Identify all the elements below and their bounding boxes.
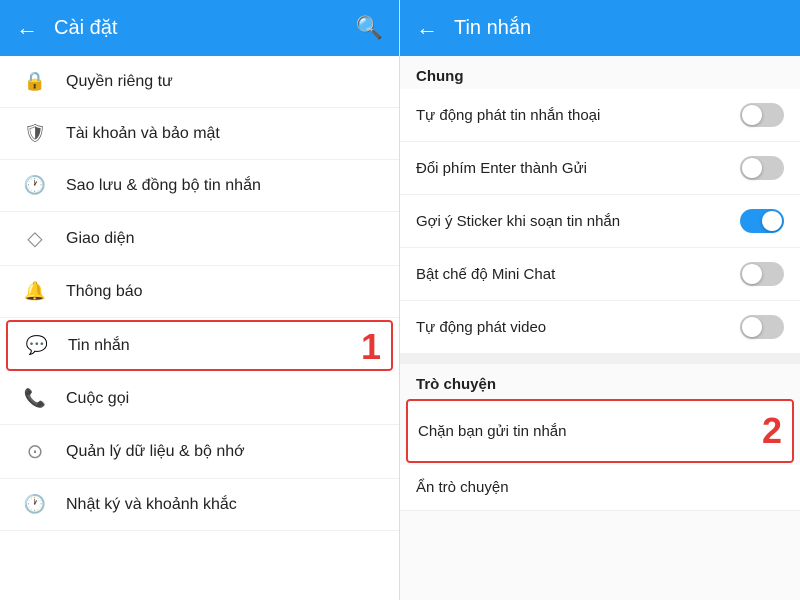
setting-label-hide-conv: Ẩn trò chuyện: [416, 479, 784, 496]
left-title: Cài đặt: [54, 17, 117, 40]
section-header-general: Chung: [400, 56, 800, 89]
menu-item-messages[interactable]: Tin nhắn 1: [6, 320, 393, 371]
menu-item-security[interactable]: Tài khoản và bảo mật: [0, 108, 399, 160]
setting-label-enter-send: Đổi phím Enter thành Gửi: [416, 160, 740, 177]
menu-item-theme[interactable]: Giao diện: [0, 212, 399, 266]
setting-label-auto-play-video: Tự động phát video: [416, 319, 740, 336]
setting-mini-chat[interactable]: Bật chế độ Mini Chat: [400, 248, 800, 301]
call-icon: [20, 387, 50, 410]
message-icon: [22, 334, 52, 357]
section-header-conversation: Trò chuyện: [400, 364, 800, 397]
right-header: ← Tin nhắn: [400, 0, 800, 56]
step-number-1: 1: [361, 329, 381, 365]
menu-item-notifications[interactable]: Thông báo: [0, 266, 399, 318]
toggle-sticker-suggest[interactable]: [740, 209, 784, 233]
menu-label-theme: Giao diện: [66, 230, 135, 248]
toggle-auto-play-voice[interactable]: [740, 103, 784, 127]
left-back-button[interactable]: ←: [16, 15, 38, 41]
menu-item-calls[interactable]: Cuộc gọi: [0, 373, 399, 425]
toggle-enter-send[interactable]: [740, 156, 784, 180]
left-menu-list: Quyền riêng tư Tài khoản và bảo mật Sao …: [0, 56, 399, 600]
backup-icon: [20, 174, 50, 197]
lock-icon: [20, 70, 50, 93]
setting-label-block-send: Chặn bạn gửi tin nhắn: [418, 423, 754, 440]
menu-label-history: Nhật ký và khoảnh khắc: [66, 496, 237, 514]
right-title: Tin nhắn: [454, 17, 531, 40]
right-content: Chung Tự động phát tin nhắn thoại Đổi ph…: [400, 56, 800, 600]
right-panel: ← Tin nhắn Chung Tự động phát tin nhắn t…: [400, 0, 800, 600]
setting-label-mini-chat: Bật chế độ Mini Chat: [416, 266, 740, 283]
setting-auto-play-voice[interactable]: Tự động phát tin nhắn thoại: [400, 89, 800, 142]
menu-item-privacy[interactable]: Quyền riêng tư: [0, 56, 399, 108]
section-gap: [400, 354, 800, 364]
setting-sticker-suggest[interactable]: Gợi ý Sticker khi soạn tin nhắn: [400, 195, 800, 248]
menu-label-privacy: Quyền riêng tư: [66, 73, 173, 91]
menu-item-history[interactable]: Nhật ký và khoảnh khắc: [0, 479, 399, 531]
setting-enter-send[interactable]: Đổi phím Enter thành Gửi: [400, 142, 800, 195]
menu-item-backup[interactable]: Sao lưu & đồng bộ tin nhắn: [0, 160, 399, 212]
bell-icon: [20, 280, 50, 303]
left-header-left: ← Cài đặt: [16, 15, 117, 41]
menu-label-security: Tài khoản và bảo mật: [66, 125, 220, 143]
left-search-icon[interactable]: 🔍: [356, 15, 383, 41]
history-icon: [20, 493, 50, 516]
left-header: ← Cài đặt 🔍: [0, 0, 399, 56]
menu-label-messages: Tin nhắn: [68, 337, 130, 355]
right-back-button[interactable]: ←: [416, 15, 438, 41]
setting-label-auto-play-voice: Tự động phát tin nhắn thoại: [416, 107, 740, 124]
step-number-2: 2: [762, 413, 782, 449]
left-panel: ← Cài đặt 🔍 Quyền riêng tư Tài khoản và …: [0, 0, 400, 600]
toggle-mini-chat[interactable]: [740, 262, 784, 286]
theme-icon: [20, 226, 50, 251]
setting-label-sticker-suggest: Gợi ý Sticker khi soạn tin nhắn: [416, 213, 740, 230]
toggle-auto-play-video[interactable]: [740, 315, 784, 339]
setting-auto-play-video[interactable]: Tự động phát video: [400, 301, 800, 354]
shield-icon: [20, 122, 50, 145]
menu-item-storage[interactable]: Quản lý dữ liệu & bộ nhớ: [0, 425, 399, 479]
storage-icon: [20, 439, 50, 464]
menu-label-storage: Quản lý dữ liệu & bộ nhớ: [66, 443, 245, 461]
menu-label-notifications: Thông báo: [66, 283, 143, 301]
menu-label-calls: Cuộc gọi: [66, 390, 129, 408]
setting-hide-conv[interactable]: Ẩn trò chuyện: [400, 465, 800, 511]
menu-label-backup: Sao lưu & đồng bộ tin nhắn: [66, 177, 261, 195]
setting-block-send[interactable]: Chặn bạn gửi tin nhắn 2: [406, 399, 794, 463]
